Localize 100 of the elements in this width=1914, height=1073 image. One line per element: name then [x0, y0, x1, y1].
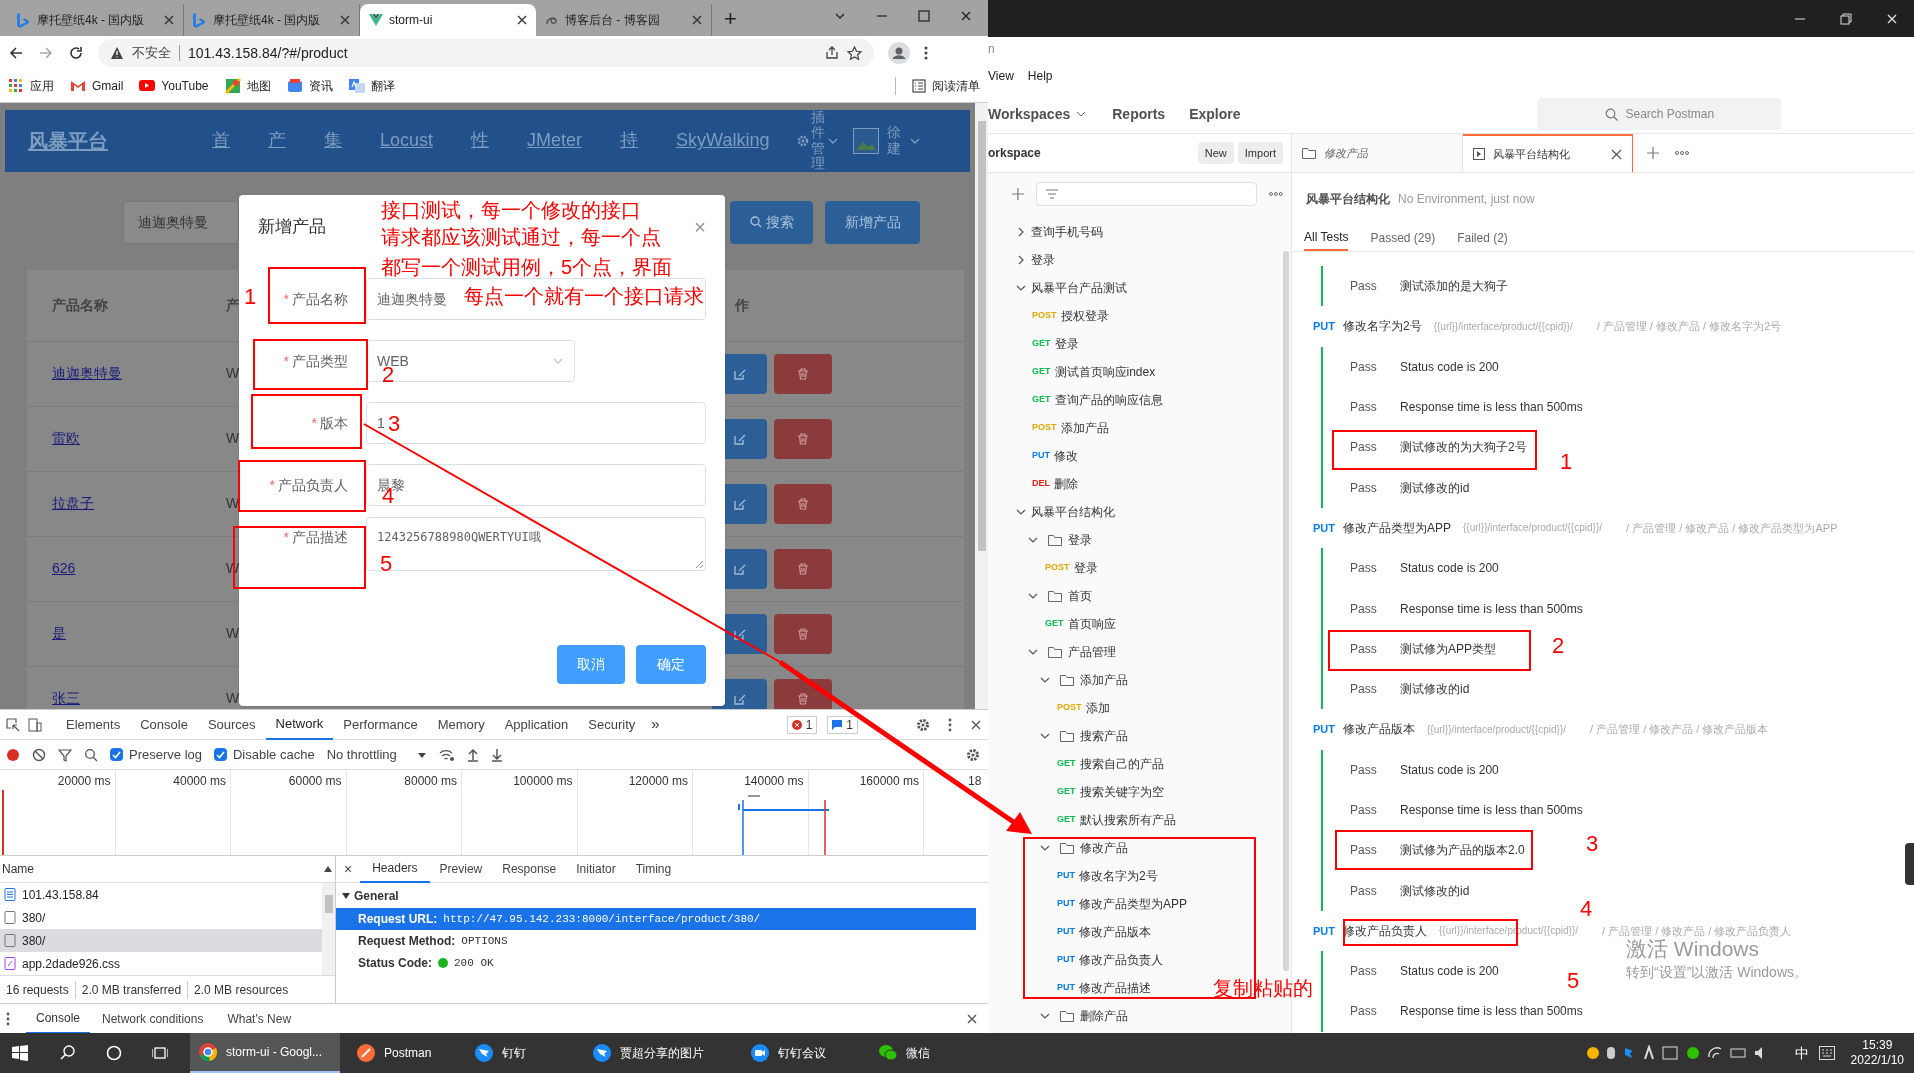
- play-icon[interactable]: [139, 78, 156, 94]
- scrollbar[interactable]: [1283, 251, 1289, 971]
- request-item[interactable]: GET 测试首页响应index: [1032, 363, 1156, 381]
- map-pin-icon[interactable]: [224, 78, 241, 94]
- settings-icon[interactable]: [966, 747, 980, 762]
- filter-field[interactable]: [1035, 182, 1258, 206]
- scrollbar[interactable]: [975, 103, 988, 709]
- share-icon[interactable]: [825, 46, 839, 60]
- input-method-indicator[interactable]: 中: [1794, 1042, 1809, 1064]
- settings-icon[interactable]: [916, 717, 930, 732]
- nav-link[interactable]: Explore: [1189, 103, 1241, 125]
- filter-icon[interactable]: [58, 747, 72, 762]
- close-icon[interactable]: [1611, 148, 1622, 160]
- collection-item[interactable]: 查询手机号码: [1031, 223, 1103, 241]
- chevron-down-icon[interactable]: [1040, 675, 1050, 685]
- workspaces-menu[interactable]: Workspaces: [988, 103, 1087, 125]
- drawer-tab[interactable]: What's New: [215, 1004, 304, 1033]
- chevron-down-icon[interactable]: [1028, 647, 1038, 657]
- folder-item[interactable]: 首页: [1068, 587, 1092, 605]
- browser-tab[interactable]: storm-ui: [360, 4, 536, 36]
- devtools-tab[interactable]: Network: [265, 709, 334, 740]
- new-button[interactable]: New: [1197, 142, 1234, 164]
- circle-icon[interactable]: [106, 1045, 122, 1061]
- detail-tab[interactable]: Timing: [625, 855, 682, 883]
- bookmark-link[interactable]: Gmail: [92, 77, 124, 95]
- product-link[interactable]: 雷欧: [52, 428, 226, 450]
- search-field[interactable]: 迪迦奥特曼: [123, 200, 239, 244]
- collection-item[interactable]: 风暴平台产品测试: [1031, 279, 1127, 297]
- product-link[interactable]: 626: [52, 558, 226, 580]
- chevron-down-icon[interactable]: [1028, 535, 1038, 545]
- request-item[interactable]: GET 登录: [1032, 335, 1079, 353]
- devtools-tab[interactable]: Application: [494, 709, 579, 740]
- product-link[interactable]: 张三: [52, 688, 226, 709]
- checkbox[interactable]: [214, 748, 227, 761]
- close-icon[interactable]: [516, 14, 528, 26]
- device-icon[interactable]: [28, 717, 42, 732]
- keyboard-icon[interactable]: [1818, 1046, 1835, 1060]
- folder-item[interactable]: 搜索产品: [1080, 727, 1128, 745]
- avatar-icon[interactable]: [888, 42, 910, 64]
- detail-tab[interactable]: Headers: [360, 855, 430, 883]
- product-link[interactable]: 拉盘子: [52, 493, 226, 515]
- devtools-tab[interactable]: Elements: [56, 709, 131, 740]
- product-link[interactable]: 是: [52, 623, 226, 645]
- record-icon[interactable]: [6, 747, 20, 762]
- editor-tab[interactable]: 修改产品: [1292, 134, 1463, 172]
- request-item[interactable]: PUT 修改: [1032, 447, 1078, 465]
- header-row[interactable]: Status Code: 200 OK: [336, 952, 988, 974]
- folder-item[interactable]: 删除产品: [1080, 1007, 1128, 1025]
- request-item[interactable]: PUT 修改产品类型为APP: [1057, 895, 1187, 913]
- folder-item[interactable]: 添加产品: [1080, 671, 1128, 689]
- address-bar[interactable]: 不安全 101.43.158.84/?#/product: [98, 39, 874, 67]
- maximize-icon[interactable]: [918, 10, 930, 22]
- apps-grid-icon[interactable]: [8, 78, 24, 94]
- chevron-down-icon[interactable]: [1016, 507, 1026, 517]
- clock[interactable]: 15:39 2022/1/10: [1850, 1038, 1904, 1068]
- taskbar-app[interactable]: 微信: [870, 1033, 960, 1073]
- more-vertical-icon[interactable]: [948, 717, 952, 732]
- chevron-down-icon[interactable]: [1028, 591, 1038, 601]
- menu-item[interactable]: Help: [1027, 67, 1053, 85]
- restore-icon[interactable]: [1840, 12, 1852, 25]
- close-icon[interactable]: [966, 1013, 978, 1025]
- reload-icon[interactable]: [68, 45, 84, 61]
- task-view-icon[interactable]: [152, 1045, 168, 1061]
- request-item[interactable]: PUT 修改名字为2号: [1057, 867, 1158, 885]
- request-item[interactable]: POST 登录: [1045, 559, 1098, 577]
- bookmark-link[interactable]: 翻译: [370, 77, 395, 95]
- throttling-select[interactable]: No throttling: [326, 744, 427, 765]
- devtools-tab[interactable]: Performance: [333, 709, 428, 740]
- request-item[interactable]: GET 搜索自己的产品: [1057, 755, 1164, 773]
- section-header[interactable]: General: [336, 883, 988, 908]
- request-row[interactable]: 380/: [0, 929, 322, 952]
- filter-tab[interactable]: All Tests: [1304, 225, 1349, 251]
- filter-tab[interactable]: Failed (2): [1457, 225, 1508, 251]
- header-row[interactable]: Request Method: OPTIONS: [336, 930, 988, 952]
- more-tabs-button[interactable]: »: [651, 713, 660, 736]
- folder-item[interactable]: 产品管理: [1068, 643, 1116, 661]
- more-vertical-icon[interactable]: [6, 1012, 10, 1026]
- scrollbar[interactable]: [322, 883, 335, 975]
- taskbar-app[interactable]: 钉钉: [466, 1033, 576, 1073]
- new-tab-button[interactable]: +: [724, 8, 737, 30]
- product-link[interactable]: 迪迦奥特曼: [52, 363, 226, 385]
- detail-tab[interactable]: Initiator: [566, 855, 626, 883]
- taskbar-app[interactable]: 钉钉会议: [742, 1033, 862, 1073]
- news-icon[interactable]: [286, 78, 303, 94]
- devtools-tab[interactable]: Security: [578, 709, 646, 740]
- inspect-icon[interactable]: [6, 717, 20, 732]
- error-count-badge[interactable]: 1: [786, 715, 818, 734]
- plus-icon[interactable]: [1012, 188, 1024, 200]
- search-icon[interactable]: [60, 1045, 76, 1061]
- wifi-settings-icon[interactable]: [438, 747, 455, 762]
- message-count-badge[interactable]: 1: [827, 715, 858, 734]
- bookmark-link[interactable]: 资讯: [308, 77, 333, 95]
- request-item[interactable]: PUT 修改产品版本: [1057, 923, 1151, 941]
- folder-item[interactable]: 登录: [1068, 531, 1092, 549]
- request-item[interactable]: GET 搜索关键字为空: [1057, 783, 1164, 801]
- sort-caret-icon[interactable]: [323, 865, 333, 873]
- request-item[interactable]: POST 授权登录: [1032, 307, 1109, 325]
- header-row[interactable]: Request URL: http://47.95.142.233:8000/interface/product/380/: [336, 908, 976, 930]
- editor-tab[interactable]: 风暴平台结构化: [1463, 134, 1633, 172]
- chevron-right-icon[interactable]: [1016, 255, 1026, 265]
